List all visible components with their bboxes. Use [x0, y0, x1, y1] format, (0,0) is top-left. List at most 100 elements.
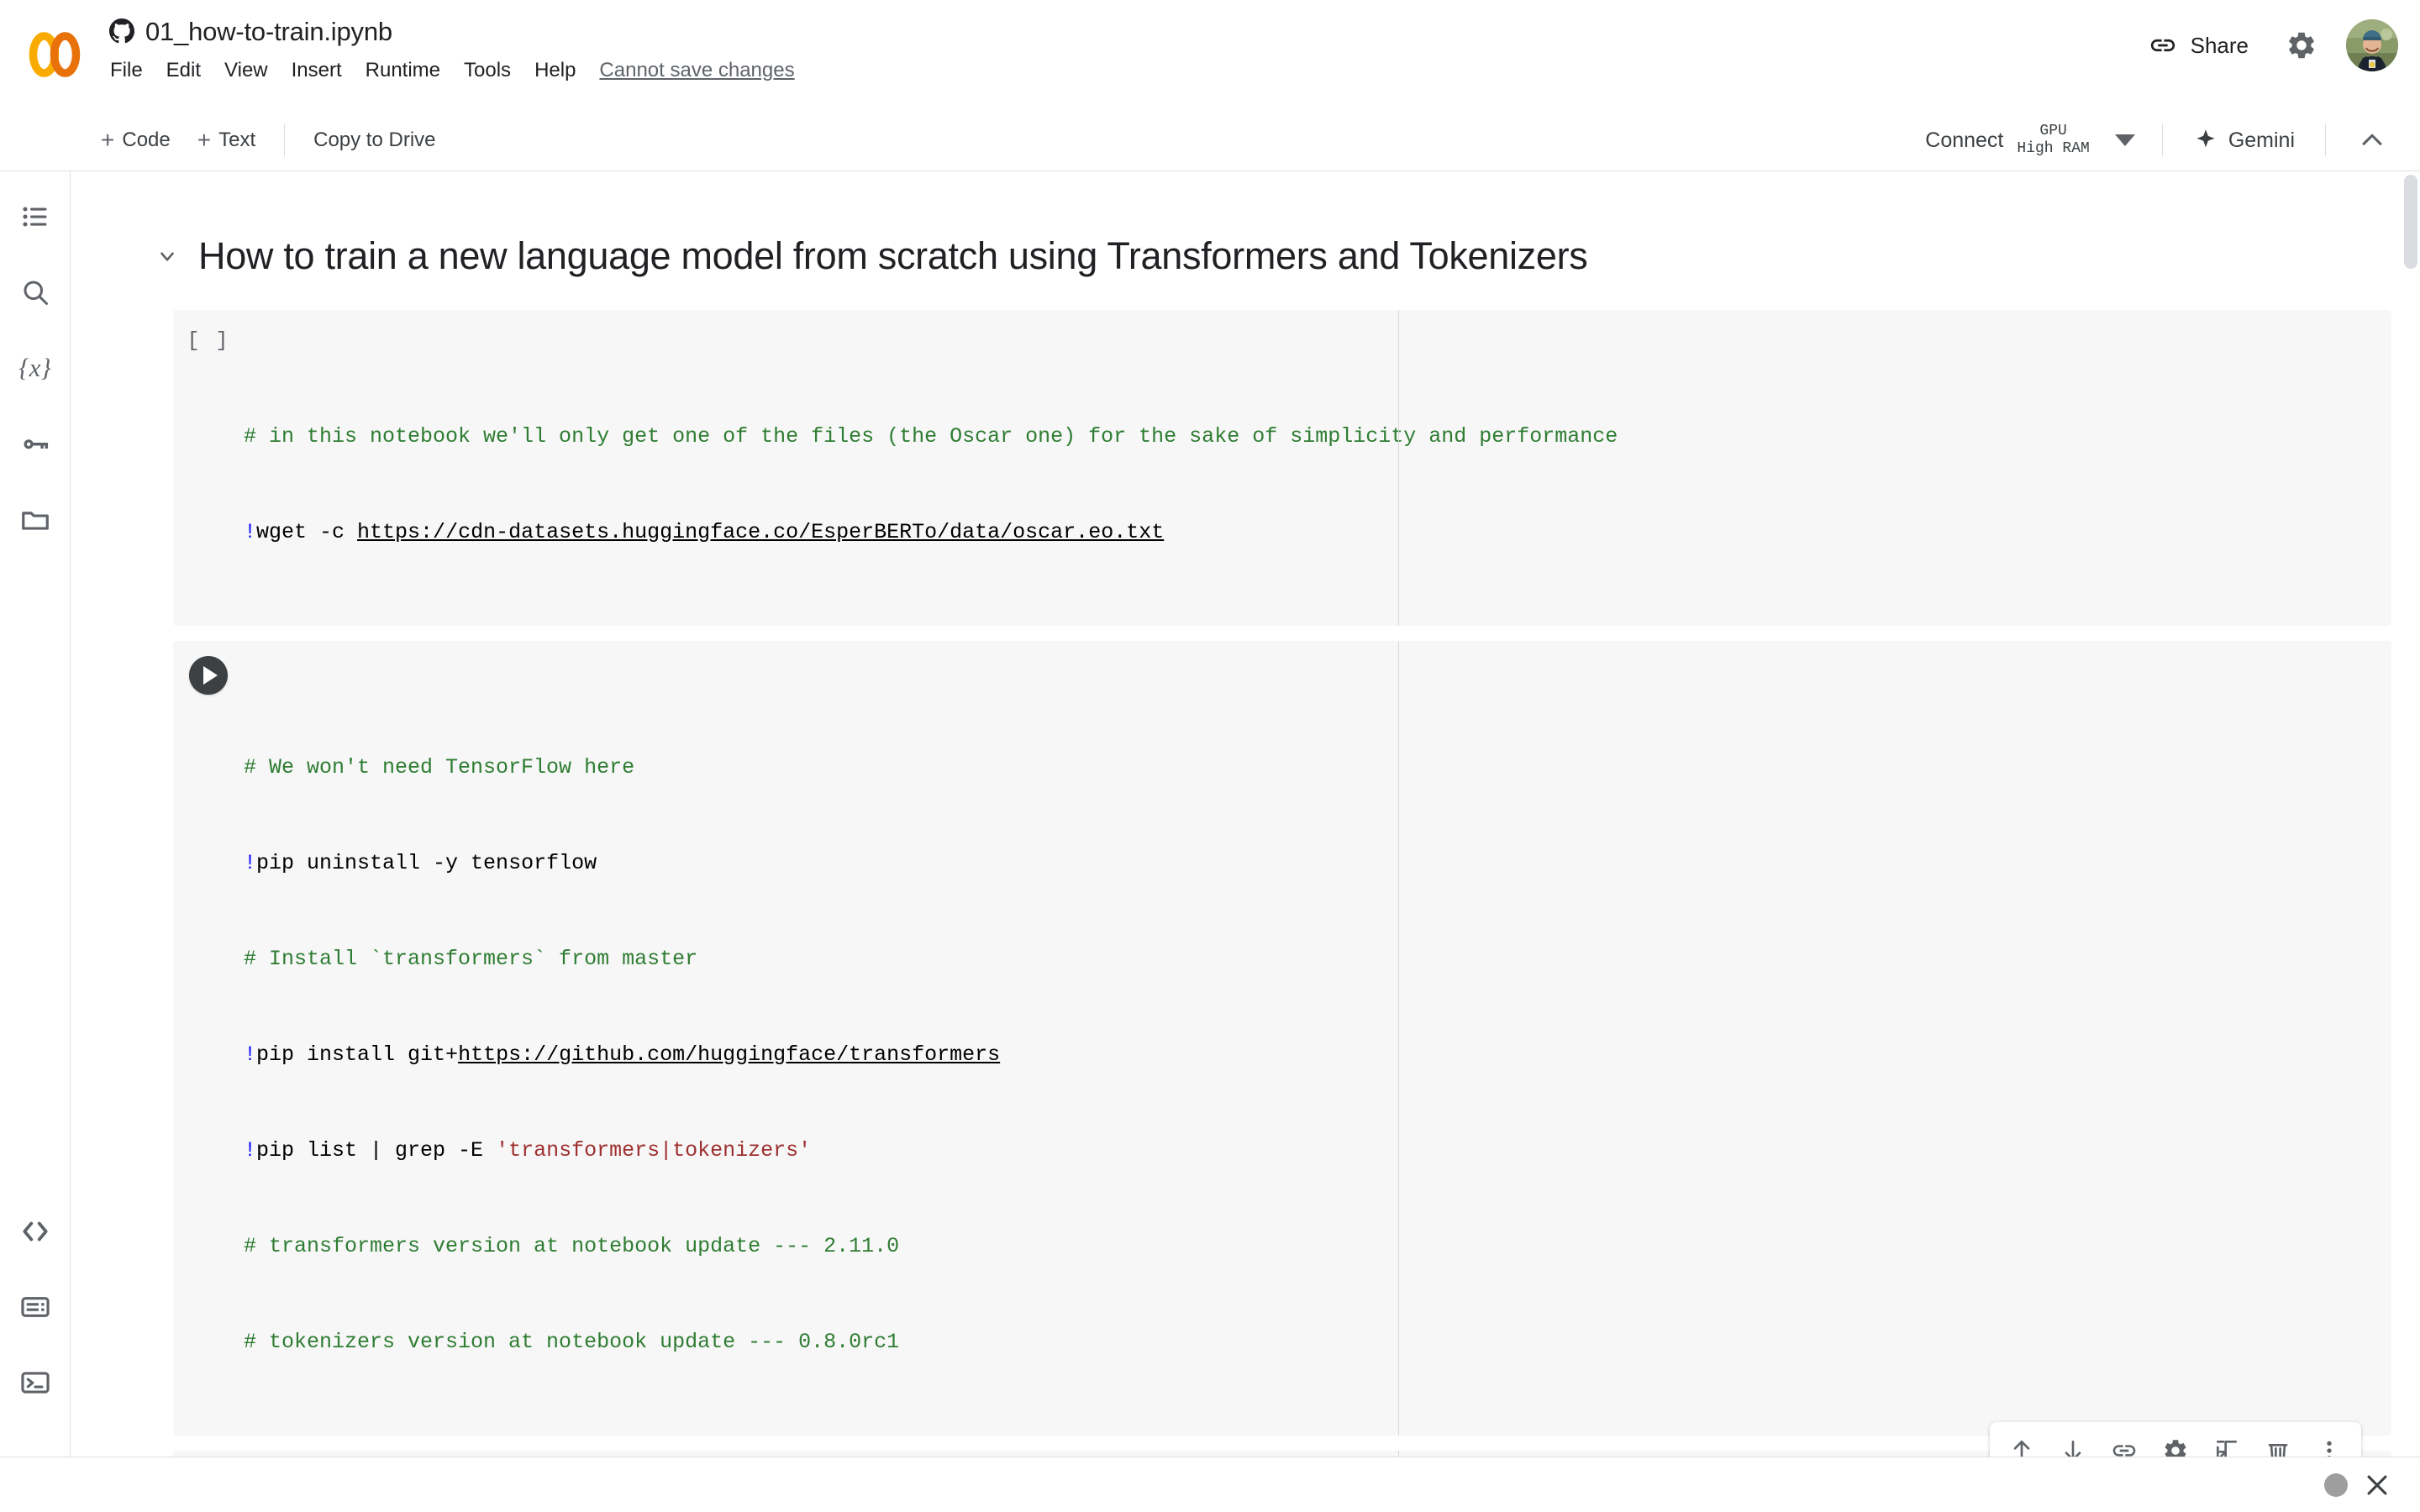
save-status[interactable]: Cannot save changes: [599, 60, 794, 81]
more-options-button[interactable]: [2305, 1426, 2354, 1457]
mirror-cell-in-tab-icon: [2217, 1440, 2237, 1457]
sidebar-item-secrets[interactable]: [8, 417, 62, 470]
sidebar-item-find-replace[interactable]: [8, 265, 62, 319]
add-code-cell-button[interactable]: + Code: [87, 122, 184, 159]
notebook-toolbar: + Code + Text Copy to Drive Connect GPU …: [0, 109, 2420, 171]
cell-gutter: [ ]: [173, 310, 244, 626]
cell-settings-button[interactable]: [2151, 1426, 2200, 1457]
sidebar-item-command-palette[interactable]: [8, 1280, 62, 1334]
menu-edit[interactable]: Edit: [155, 56, 213, 85]
variables-icon: {x}: [18, 353, 51, 382]
gear-icon: [2165, 1439, 2186, 1457]
chevron-up-icon: [2362, 134, 2382, 145]
colab-logo[interactable]: [0, 0, 109, 109]
settings-button[interactable]: [2270, 14, 2333, 76]
chevron-down-icon[interactable]: [156, 245, 178, 267]
search-icon: [24, 281, 48, 305]
notebook-scroll: How to train a new language model from s…: [71, 171, 2420, 1457]
code-cell-tokenizer-train[interactable]: %%time from pathlib import Path from tok…: [173, 1421, 2391, 1457]
toolbar-divider: [2161, 124, 2163, 156]
link-icon: [2112, 1445, 2136, 1457]
app-header: 01_how-to-train.ipynb File Edit View Ins…: [0, 0, 2420, 109]
code-token-url[interactable]: https://cdn-datasets.huggingface.co/Espe…: [357, 520, 1164, 544]
gemini-label: Gemini: [2228, 128, 2295, 152]
arrow-down-icon: [2065, 1440, 2081, 1457]
code-line: # transformers version at notebook updat…: [244, 1231, 2391, 1263]
chevron-down-icon[interactable]: [2114, 134, 2135, 146]
toolbar-right-group: Connect GPU High RAM Gemini: [1913, 109, 2403, 171]
title-block: 01_how-to-train.ipynb File Edit View Ins…: [109, 0, 2420, 90]
code-editor[interactable]: # in this notebook we'll only get one of…: [244, 309, 2391, 626]
code-token-plain: pip list | grep -E: [256, 1137, 497, 1163]
menu-help[interactable]: Help: [523, 56, 587, 85]
add-code-label: Code: [122, 128, 171, 151]
runtime-ram: High RAM: [2017, 140, 2090, 157]
code-token-shell-bang: !: [244, 1137, 257, 1163]
code-token-comment: # in this notebook we'll only get one of…: [244, 423, 1618, 449]
menu-runtime[interactable]: Runtime: [354, 56, 452, 85]
cell-inner: [ ] # in this notebook we'll only get on…: [173, 309, 2391, 626]
mirror-cell-button[interactable]: [2202, 1426, 2251, 1457]
sidebar-item-table-of-contents[interactable]: [8, 190, 62, 244]
run-cell-button[interactable]: [ ]: [187, 325, 229, 353]
code-line: # We won't need TensorFlow here: [244, 752, 2391, 784]
page-title: How to train a new language model from s…: [198, 234, 1588, 277]
colab-logo-icon: [29, 32, 81, 77]
user-avatar[interactable]: [2346, 19, 2398, 71]
list-icon: [22, 207, 46, 227]
plus-icon: +: [101, 126, 115, 153]
menu-insert[interactable]: Insert: [280, 56, 354, 85]
connect-button[interactable]: Connect GPU High RAM: [1913, 117, 2147, 164]
header-actions: Share: [2127, 0, 2398, 91]
code-line: !pip list | grep -E 'transformers|tokeni…: [244, 1135, 2391, 1167]
menu-view[interactable]: View: [213, 56, 280, 85]
close-icon: [2367, 1475, 2387, 1494]
link-icon: [2150, 39, 2175, 52]
move-cell-down-button[interactable]: [2049, 1426, 2097, 1457]
share-button[interactable]: Share: [2127, 19, 2270, 71]
share-label: Share: [2190, 32, 2249, 58]
sidebar-item-code-snippets[interactable]: [8, 1205, 62, 1258]
title-row: 01_how-to-train.ipynb: [109, 11, 2420, 51]
colab-app: 01_how-to-train.ipynb File Edit View Ins…: [0, 0, 2420, 1512]
add-text-cell-button[interactable]: + Text: [184, 122, 269, 159]
collapse-toolbar-button[interactable]: [2341, 109, 2403, 171]
body-area: {x} How to train a new language model fr…: [0, 171, 2420, 1457]
folder-icon: [21, 512, 49, 530]
notebook-heading-row: How to train a new language model from s…: [71, 171, 2420, 310]
close-button[interactable]: [2358, 1466, 2396, 1504]
menu-file[interactable]: File: [98, 56, 155, 85]
code-cell-pip-install[interactable]: # We won't need TensorFlow here !pip uni…: [173, 640, 2391, 1436]
cell-inner: # We won't need TensorFlow here !pip uni…: [173, 640, 2391, 1436]
menu-tools[interactable]: Tools: [452, 56, 523, 85]
notebook-area: How to train a new language model from s…: [71, 171, 2420, 1457]
column-ruler: [1398, 309, 1399, 626]
copy-to-drive-button[interactable]: Copy to Drive: [300, 123, 449, 157]
code-editor[interactable]: # We won't need TensorFlow here !pip uni…: [244, 640, 2391, 1436]
move-cell-up-button[interactable]: [1997, 1426, 2046, 1457]
gemini-button[interactable]: Gemini: [2178, 120, 2310, 160]
run-cell-button[interactable]: [189, 655, 228, 695]
link-to-cell-button[interactable]: [2100, 1426, 2149, 1457]
document-title[interactable]: 01_how-to-train.ipynb: [145, 18, 392, 45]
sidebar-bottom-group: [0, 1205, 70, 1431]
code-token-plain: pip uninstall -y tensorflow: [256, 850, 597, 875]
gear-icon: [2289, 32, 2314, 59]
scrollbar-thumb[interactable]: [2404, 175, 2417, 269]
code-line: # Install `transformers` from master: [244, 943, 2391, 975]
notebook-scrollbar[interactable]: [2402, 171, 2420, 1457]
play-icon: [203, 665, 218, 685]
sidebar-item-terminal[interactable]: [8, 1356, 62, 1410]
code-line: # in this notebook we'll only get one of…: [244, 421, 2391, 453]
code-token-shell-bang: !: [244, 850, 257, 875]
sidebar-item-variables[interactable]: {x}: [8, 341, 62, 395]
code-line: !wget -c https://cdn-datasets.huggingfac…: [244, 517, 2391, 549]
code-line: # tokenizers version at notebook update …: [244, 1326, 2391, 1358]
code-cell-wget[interactable]: [ ] # in this notebook we'll only get on…: [173, 309, 2391, 626]
sidebar-item-files[interactable]: [8, 492, 62, 546]
code-token-string: 'transformers|tokenizers': [496, 1137, 812, 1163]
delete-cell-button[interactable]: [2254, 1426, 2302, 1457]
code-line: !pip install git+https://github.com/hugg…: [244, 1039, 2391, 1071]
code-token-url[interactable]: https://github.com/huggingface/transform…: [458, 1042, 1000, 1067]
status-indicator-dot[interactable]: [2324, 1473, 2348, 1497]
